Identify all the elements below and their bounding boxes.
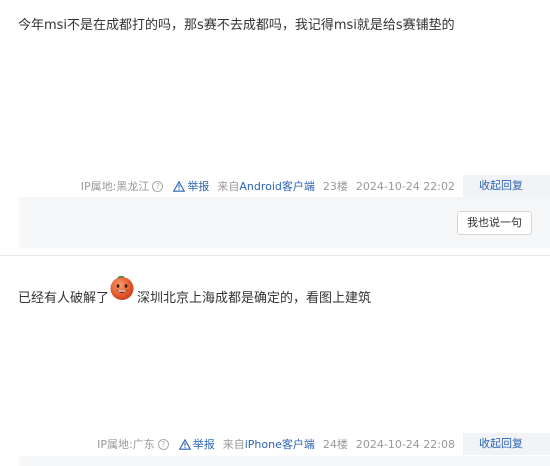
report-label: 举报 <box>192 438 215 451</box>
warning-triangle-icon <box>178 438 191 450</box>
client-info: 来自iPhone客户端 <box>223 436 315 452</box>
post-time: 2024-10-24 22:08 <box>355 437 455 451</box>
reply-area <box>19 456 550 466</box>
post-meta: IP属地:广东 ? 举报 来自iPhone客户端 24楼 2024-10-24 … <box>97 433 550 455</box>
question-circle-icon[interactable]: ? <box>157 438 169 450</box>
client-link[interactable]: iPhone客户端 <box>245 438 315 451</box>
report-link[interactable]: 举报 <box>178 436 215 452</box>
collapse-reply-button[interactable]: 收起回复 <box>463 433 550 455</box>
ip-location: IP属地:广东 <box>97 438 155 451</box>
floor-number: 24楼 <box>322 438 348 451</box>
post-24: IP属地:广东 ? 举报 来自iPhone客户端 24楼 2024-10-24 … <box>0 0 550 466</box>
client-prefix: 来自 <box>222 438 245 451</box>
